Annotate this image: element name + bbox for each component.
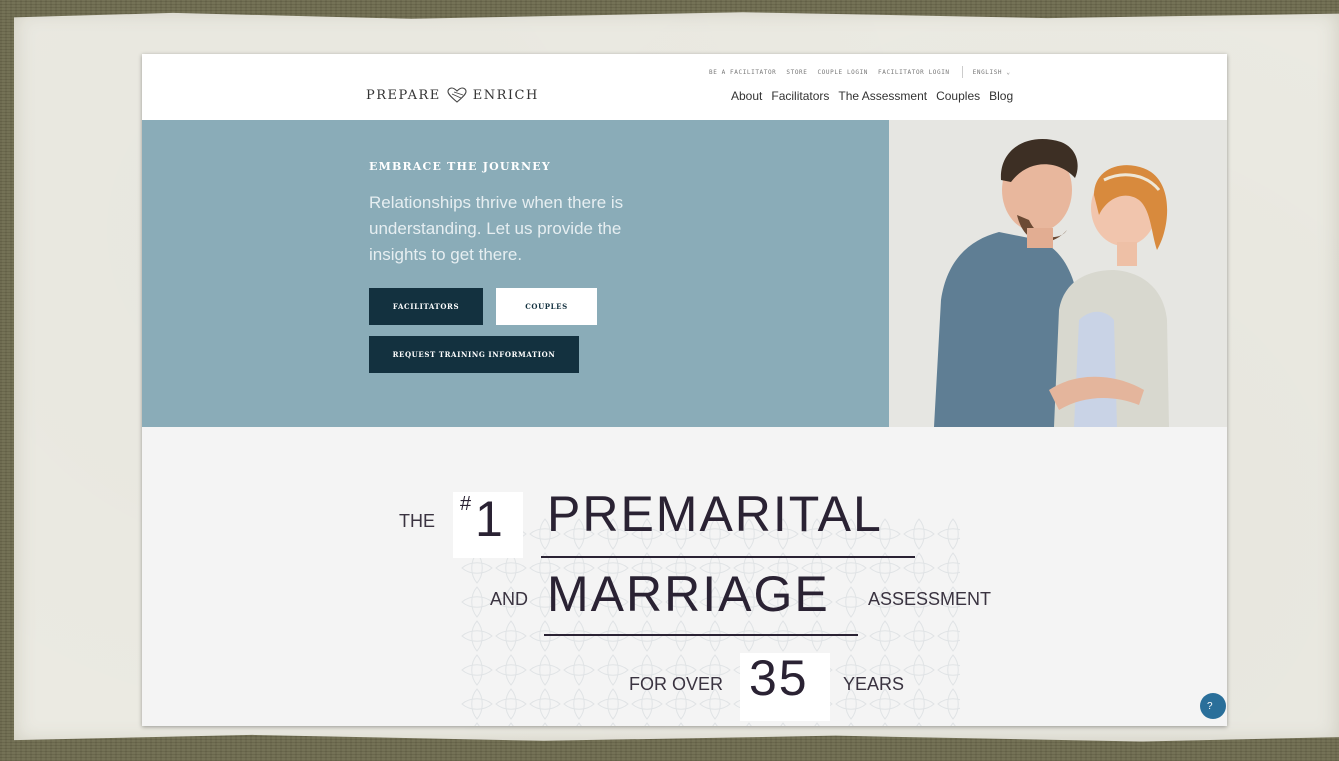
text-years: YEARS xyxy=(843,674,905,694)
number-one: 1 xyxy=(475,491,505,547)
text-marriage: MARRIAGE xyxy=(547,566,830,622)
nav-couples[interactable]: Couples xyxy=(936,89,980,103)
headline-section: THE # 1 PREMARITAL AND MARRIAGE ASSESSME… xyxy=(142,427,1227,726)
help-chat-button[interactable]: ? xyxy=(1200,693,1226,719)
couple-illustration xyxy=(889,120,1227,427)
logo-text-enrich: ENRICH xyxy=(472,87,539,103)
text-the: THE xyxy=(399,511,435,531)
couples-button[interactable]: COUPLES xyxy=(496,288,597,325)
website-screenshot: PREPARE ENRICH BE A FACILITATOR STORE CO… xyxy=(142,54,1227,726)
text-assessment: ASSESSMENT xyxy=(868,589,992,609)
facilitators-button[interactable]: FACILITATORS xyxy=(369,288,483,325)
utility-divider xyxy=(961,66,963,78)
hero-kicker: EMBRACE THE JOURNEY xyxy=(369,160,551,173)
utility-link-store[interactable]: STORE xyxy=(786,69,807,76)
number-35: 35 xyxy=(749,650,809,706)
logo-text-prepare: PREPARE xyxy=(366,87,441,103)
utility-link-facilitator[interactable]: BE A FACILITATOR xyxy=(709,69,776,76)
couple-photo xyxy=(889,120,1227,427)
heart-logo-icon xyxy=(447,87,467,103)
site-header: PREPARE ENRICH BE A FACILITATOR STORE CO… xyxy=(142,54,1227,120)
utility-link-couple-login[interactable]: COUPLE LOGIN xyxy=(817,69,868,76)
nav-blog[interactable]: Blog xyxy=(989,89,1013,103)
logo[interactable]: PREPARE ENRICH xyxy=(366,87,539,103)
text-for-over: FOR OVER xyxy=(629,674,724,694)
underline-premarital xyxy=(541,556,915,558)
language-dropdown[interactable]: ENGLISH ⌄ xyxy=(973,69,1011,76)
hash-symbol: # xyxy=(460,493,472,515)
hero-section: EMBRACE THE JOURNEY Relationships thrive… xyxy=(142,120,889,427)
nav-about[interactable]: About xyxy=(731,89,762,103)
nav-assessment[interactable]: The Assessment xyxy=(838,89,927,103)
text-premarital: PREMARITAL xyxy=(547,486,883,542)
nav-facilitators[interactable]: Facilitators xyxy=(771,89,829,103)
utility-link-facilitator-login[interactable]: FACILITATOR LOGIN xyxy=(878,69,950,76)
underline-marriage xyxy=(544,634,858,636)
text-and: AND xyxy=(490,589,529,609)
main-nav: About Facilitators The Assessment Couple… xyxy=(731,89,1022,103)
request-training-button[interactable]: REQUEST TRAINING INFORMATION xyxy=(369,336,579,373)
hero-tagline: Relationships thrive when there is under… xyxy=(369,193,624,264)
utility-nav: BE A FACILITATOR STORE COUPLE LOGIN FACI… xyxy=(709,66,1021,78)
